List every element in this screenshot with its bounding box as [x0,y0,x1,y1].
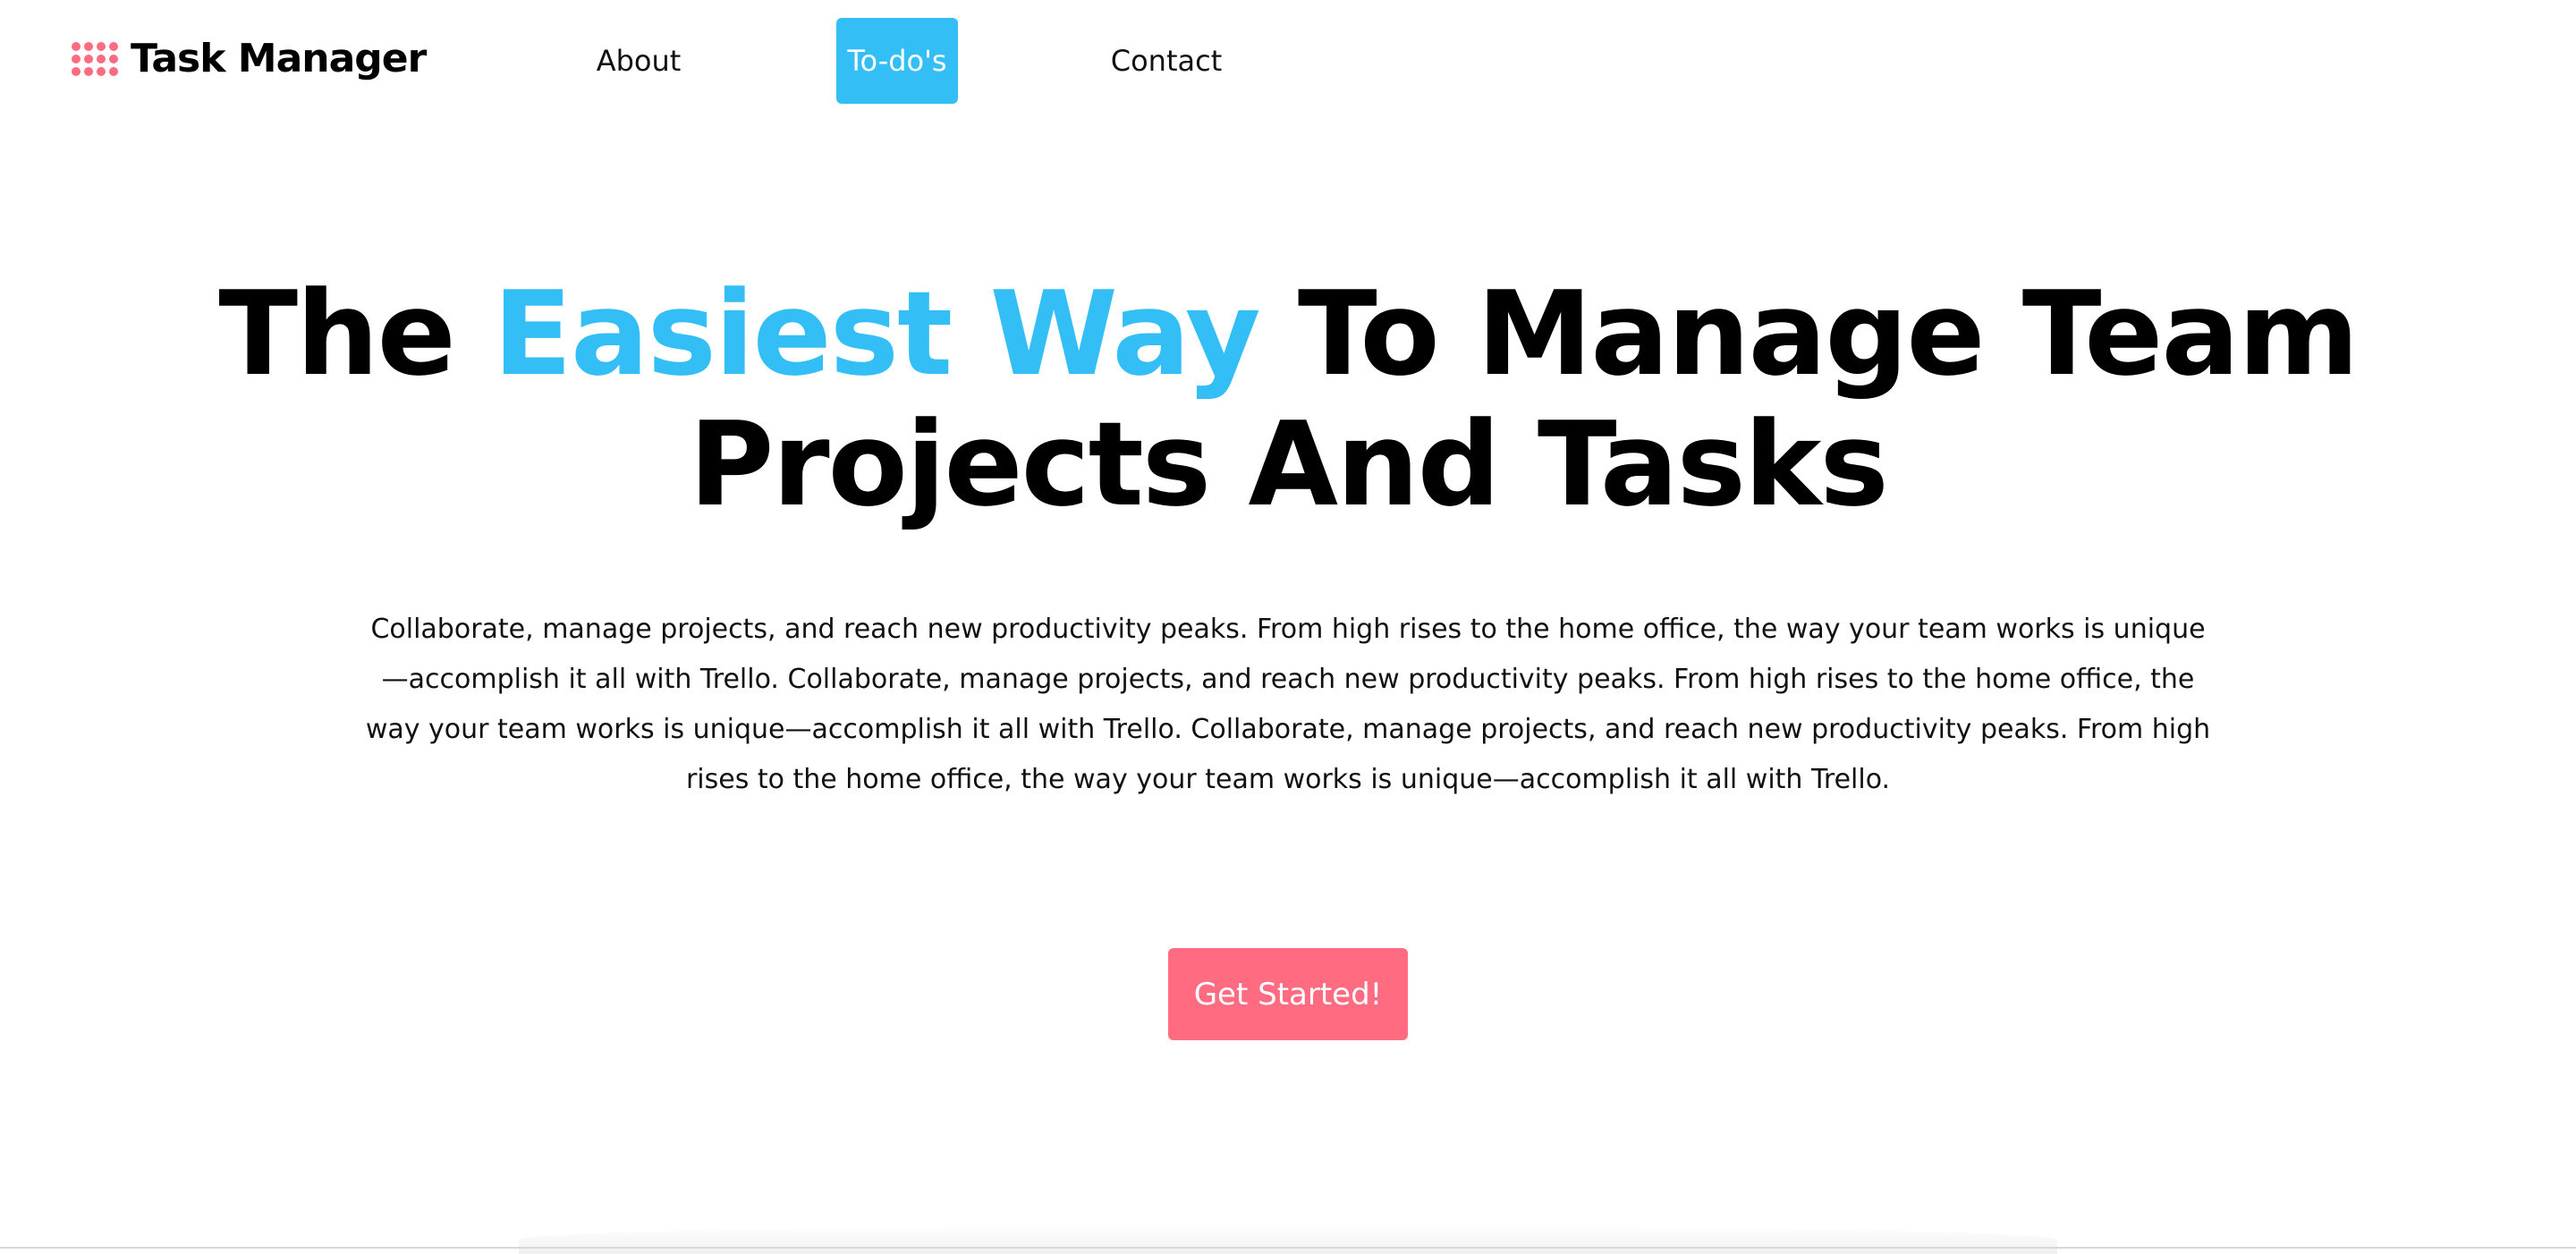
hero-title-part1: The [218,266,494,402]
get-started-button[interactable]: Get Started! [1168,948,1408,1040]
nav-contact-link[interactable]: Contact [1111,18,1223,104]
nav-about-link[interactable]: About [597,18,682,104]
section-divider [0,1247,2576,1249]
nav-todos-link[interactable]: To-do's [836,18,958,104]
section-shadow [519,1225,2057,1254]
hero-title: The Easiest Way To Manage Team Projects … [0,268,2576,530]
hero-title-accent: Easiest Way [493,266,1261,402]
page: Task Manager About To-do's Contact The E… [0,0,2576,1254]
brand[interactable]: Task Manager [72,36,427,81]
grid-dots-icon [72,41,118,76]
hero-description: Collaborate, manage projects, and reach … [365,614,2211,795]
brand-name: Task Manager [131,36,427,81]
